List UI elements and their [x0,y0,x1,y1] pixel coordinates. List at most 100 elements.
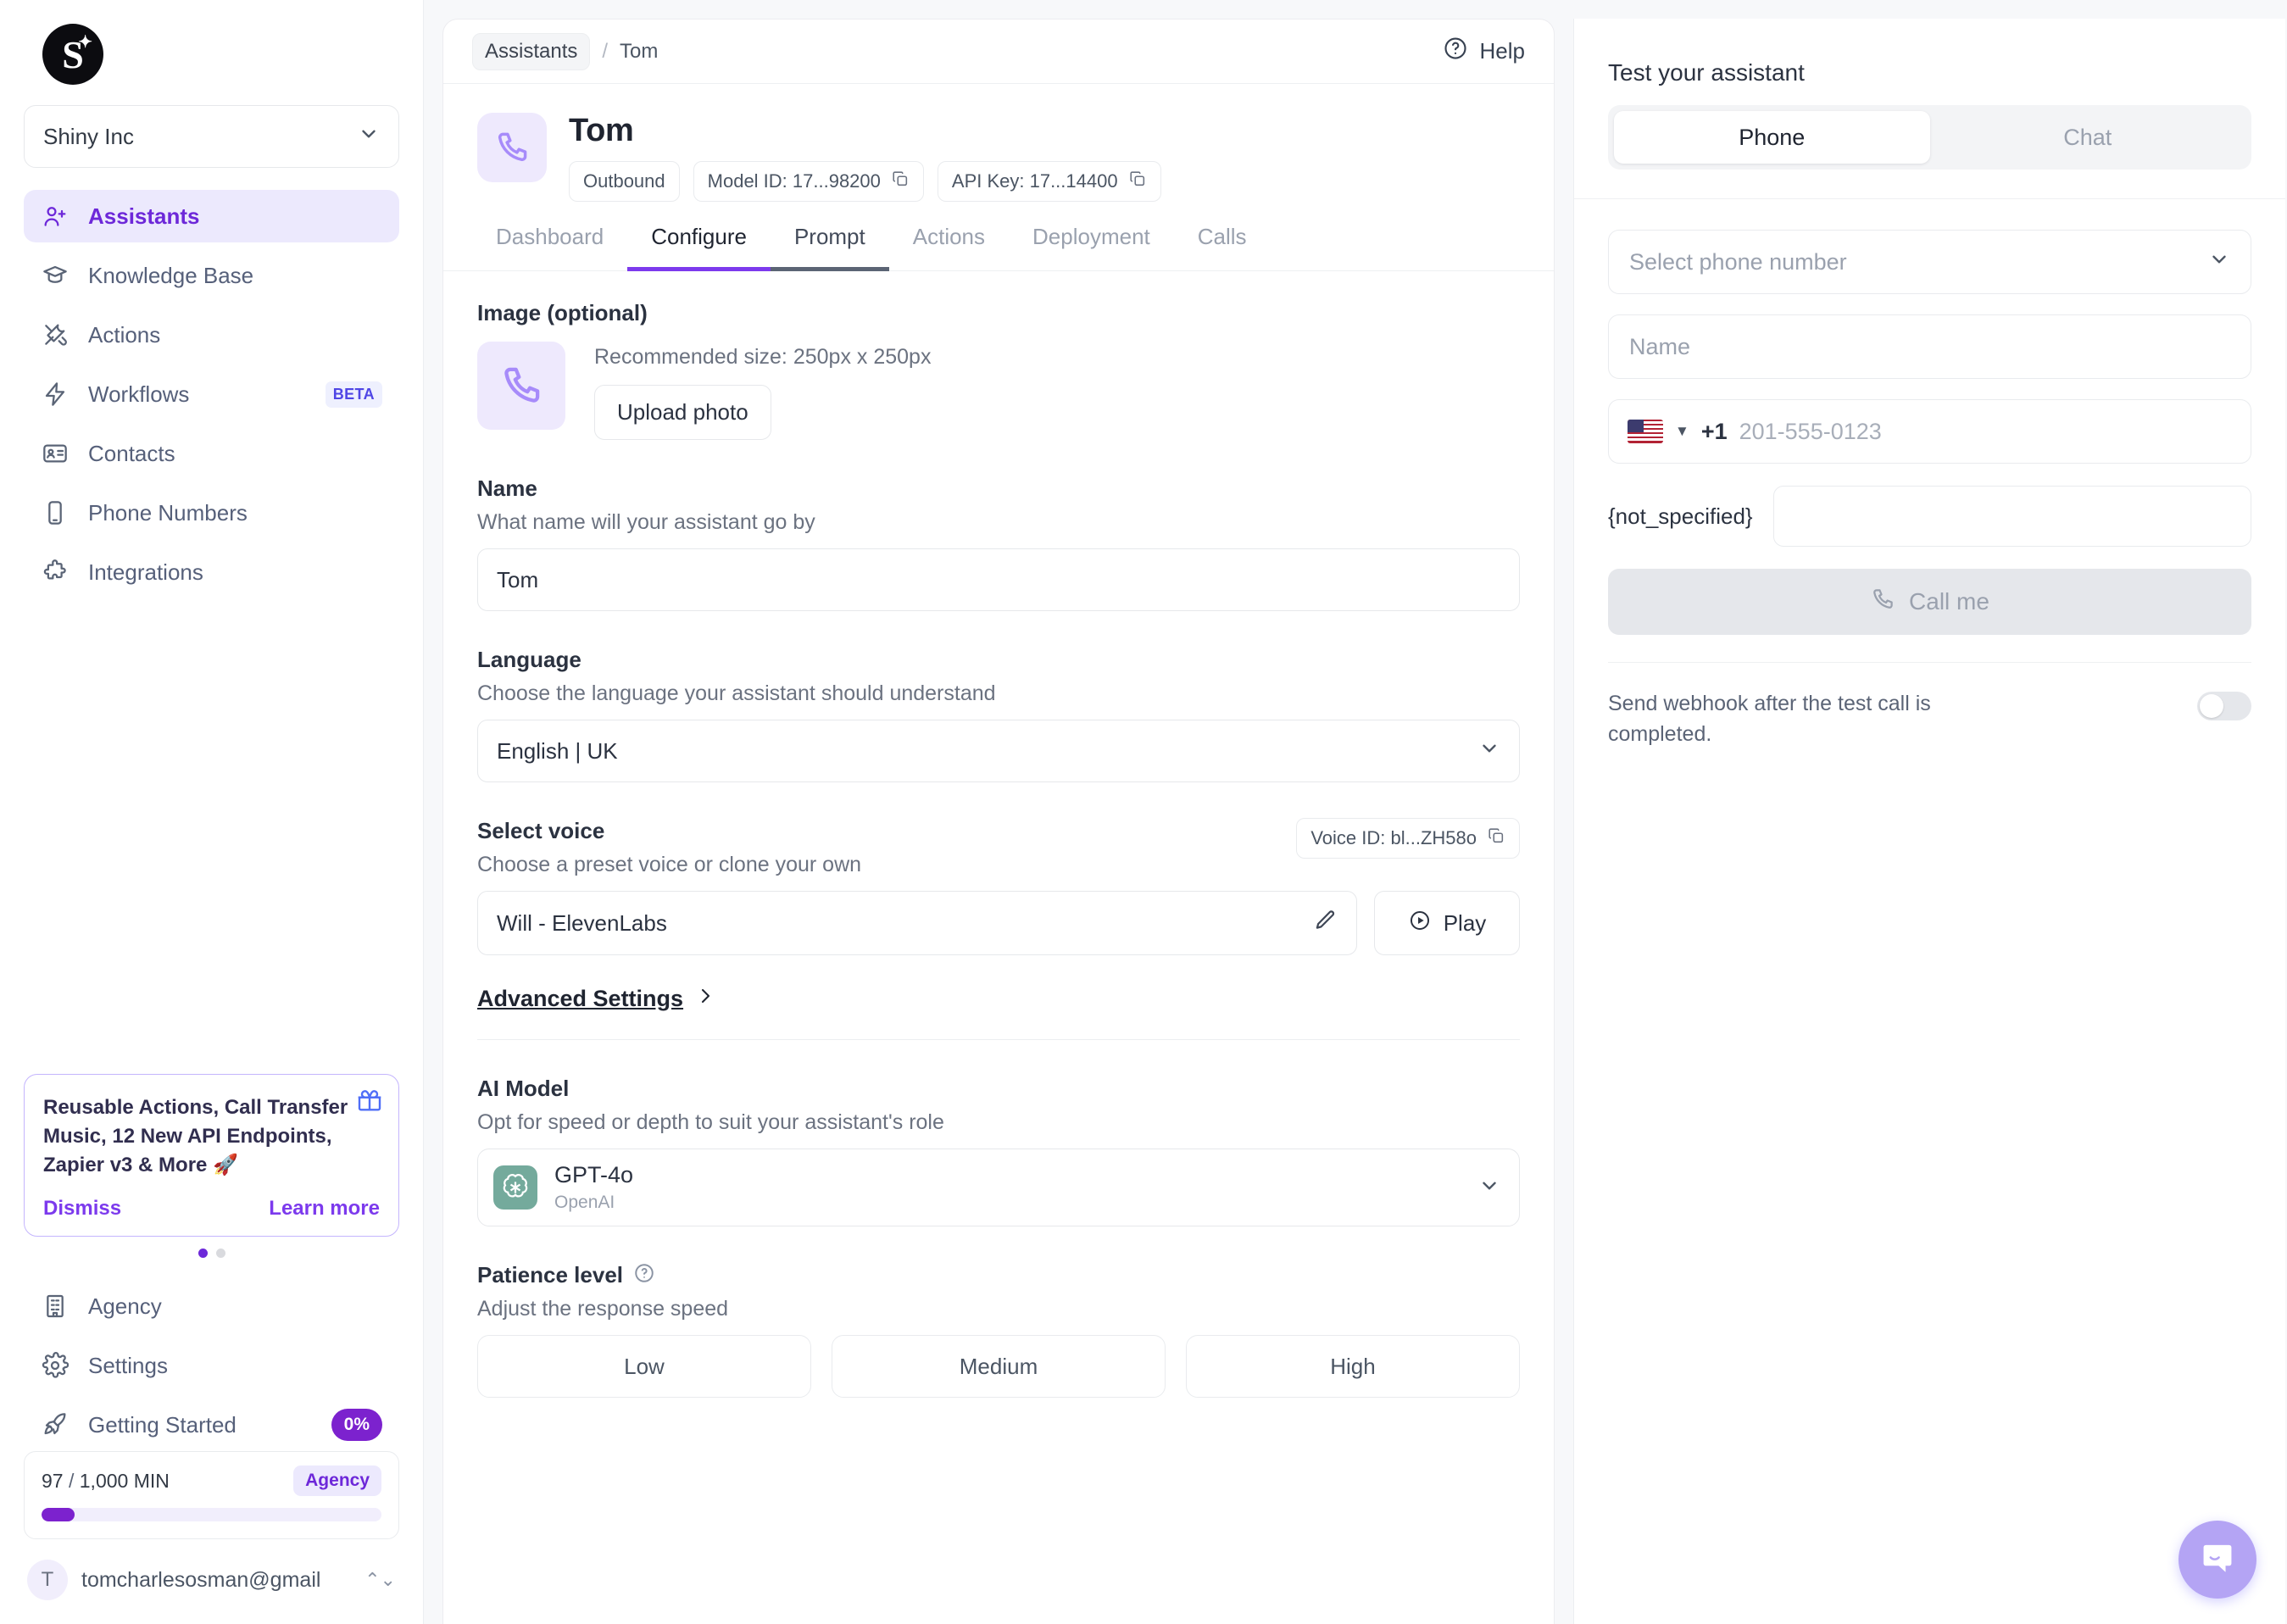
advanced-settings-toggle[interactable]: Advanced Settings [477,986,1520,1012]
help-circle-icon[interactable] [633,1262,655,1288]
section-divider [477,1039,1520,1040]
sidebar-item-assistants[interactable]: Assistants [24,190,399,242]
copy-icon[interactable] [891,170,910,193]
language-value: English | UK [497,737,618,764]
puzzle-icon [41,558,70,587]
tab-configure[interactable]: Configure [627,224,771,271]
help-circle-icon [1443,36,1468,67]
caller-name-input[interactable]: Name [1608,314,2251,379]
test-assistant-panel: Test your assistant Phone Chat Select ph… [1573,19,2285,1624]
sidebar-item-actions[interactable]: Actions [24,309,399,361]
promo-learn-more-link[interactable]: Learn more [269,1197,380,1221]
chevron-down-icon [358,123,380,151]
sidebar-item-label: Assistants [88,203,200,229]
custom-variable-input[interactable] [1772,486,2251,547]
secondary-nav: Agency Settings Getting Started 0% [24,1280,399,1451]
ai-model-hint: Opt for speed or depth to suit your assi… [477,1110,944,1134]
carousel-dot[interactable] [198,1249,208,1258]
copy-icon[interactable] [1487,826,1505,850]
main-area: Assistants / Tom Help Tom Outbound Model… [424,0,2287,1624]
sidebar-item-settings[interactable]: Settings [24,1339,399,1392]
webhook-row: Send webhook after the test call is comp… [1608,663,2251,750]
breadcrumb: Assistants / Tom [472,32,658,70]
model-id-chip[interactable]: Model ID: 17...98200 [693,161,924,202]
patience-hint: Adjust the response speed [477,1297,729,1321]
tools-icon [41,320,70,349]
phone-number-input[interactable]: 201-555-0123 [1739,419,1882,445]
copy-icon[interactable] [1128,170,1147,193]
caret-down-icon[interactable]: ▼ [1675,423,1689,440]
name-label: Name [477,476,537,501]
patience-option-high[interactable]: High [1186,1335,1520,1398]
breadcrumb-separator: / [602,39,609,63]
recommended-size-text: Recommended size: 250px x 250px [594,345,932,369]
usage-used: 97 [42,1469,64,1492]
phone-handset-icon [1870,587,1895,618]
test-mode-phone[interactable]: Phone [1614,111,1930,164]
rocket-icon [41,1410,70,1439]
page-title: Tom [569,113,634,148]
org-switcher[interactable]: Shiny Inc [24,105,399,168]
org-name: Shiny Inc [43,123,134,149]
intercom-launcher-button[interactable] [2178,1521,2256,1599]
sidebar-item-integrations[interactable]: Integrations [24,546,399,598]
chevron-down-icon [1478,1175,1500,1201]
plan-badge: Agency [293,1465,381,1496]
sidebar-item-label: Workflows [88,381,190,407]
voice-id-label: Voice ID: bl...ZH58o [1310,827,1477,848]
sidebar-item-agency[interactable]: Agency [24,1280,399,1332]
sidebar-item-workflows[interactable]: Workflows BETA [24,368,399,420]
assistant-header: Tom Outbound Model ID: 17...98200 API Ke… [443,84,1554,202]
tab-deployment[interactable]: Deployment [1009,224,1174,271]
building-icon [41,1292,70,1321]
breadcrumb-assistants-link[interactable]: Assistants [472,32,591,70]
edit-pencil-icon[interactable] [1312,908,1338,939]
ai-model-select[interactable]: GPT-4o OpenAI [477,1148,1520,1226]
patience-option-low[interactable]: Low [477,1335,811,1398]
help-button[interactable]: Help [1443,36,1525,67]
sparkle-icon: ✦ [78,33,92,52]
user-account-row[interactable]: T tomcharlesosman@gmail ⌃⌄ [24,1554,399,1624]
name-input[interactable]: Tom [477,548,1520,611]
tab-actions[interactable]: Actions [889,224,1009,271]
upload-photo-button[interactable]: Upload photo [594,385,771,440]
assistant-title-block: Tom Outbound Model ID: 17...98200 API Ke… [569,113,1161,202]
tab-prompt[interactable]: Prompt [770,224,889,271]
bolt-icon [41,380,70,409]
graduation-cap-icon [41,261,70,290]
language-select[interactable]: English | UK [477,720,1520,782]
sidebar-item-knowledge-base[interactable]: Knowledge Base [24,249,399,302]
ai-model-value-block: GPT-4o OpenAI [493,1162,633,1212]
image-section: Recommended size: 250px x 250px Upload p… [477,342,1520,440]
api-key-chip[interactable]: API Key: 17...14400 [937,161,1161,202]
assistant-avatar [477,113,547,182]
usage-top-row: 97 / 1,000 MIN Agency [42,1465,381,1496]
voice-id-chip[interactable]: Voice ID: bl...ZH58o [1296,818,1520,859]
brand-logo[interactable]: S ✦ [42,24,103,85]
tab-calls[interactable]: Calls [1174,224,1271,271]
voice-header-text: Select voice Choose a preset voice or cl… [477,818,861,877]
webhook-toggle[interactable] [2197,692,2251,720]
patience-option-medium[interactable]: Medium [832,1335,1166,1398]
call-me-button[interactable]: Call me [1608,569,2251,635]
phone-number-select[interactable]: Select phone number [1608,230,2251,294]
tab-dashboard[interactable]: Dashboard [472,224,627,271]
sidebar-item-phone-numbers[interactable]: Phone Numbers [24,487,399,539]
sidebar: S ✦ Shiny Inc Assistants Knowledge Base … [0,0,424,1624]
sidebar-item-contacts[interactable]: Contacts [24,427,399,480]
breadcrumb-bar: Assistants / Tom Help [443,19,1554,84]
patience-options: Low Medium High [477,1335,1520,1398]
test-mode-chat[interactable]: Chat [1930,111,2246,164]
promo-dismiss-link[interactable]: Dismiss [43,1197,121,1221]
sidebar-item-getting-started[interactable]: Getting Started 0% [24,1399,399,1451]
usage-separator: / [68,1469,75,1492]
carousel-dot[interactable] [215,1249,225,1258]
ai-model-value: GPT-4o [554,1162,634,1188]
play-voice-button[interactable]: Play [1374,891,1520,955]
chevron-down-icon [1478,737,1500,765]
chevron-up-down-icon: ⌃⌄ [364,1569,396,1590]
voice-select[interactable]: Will - ElevenLabs [477,891,1357,955]
voice-field-group: Select voice Choose a preset voice or cl… [477,818,1520,955]
phone-input-row[interactable]: ▼ +1 201-555-0123 [1608,399,2251,464]
